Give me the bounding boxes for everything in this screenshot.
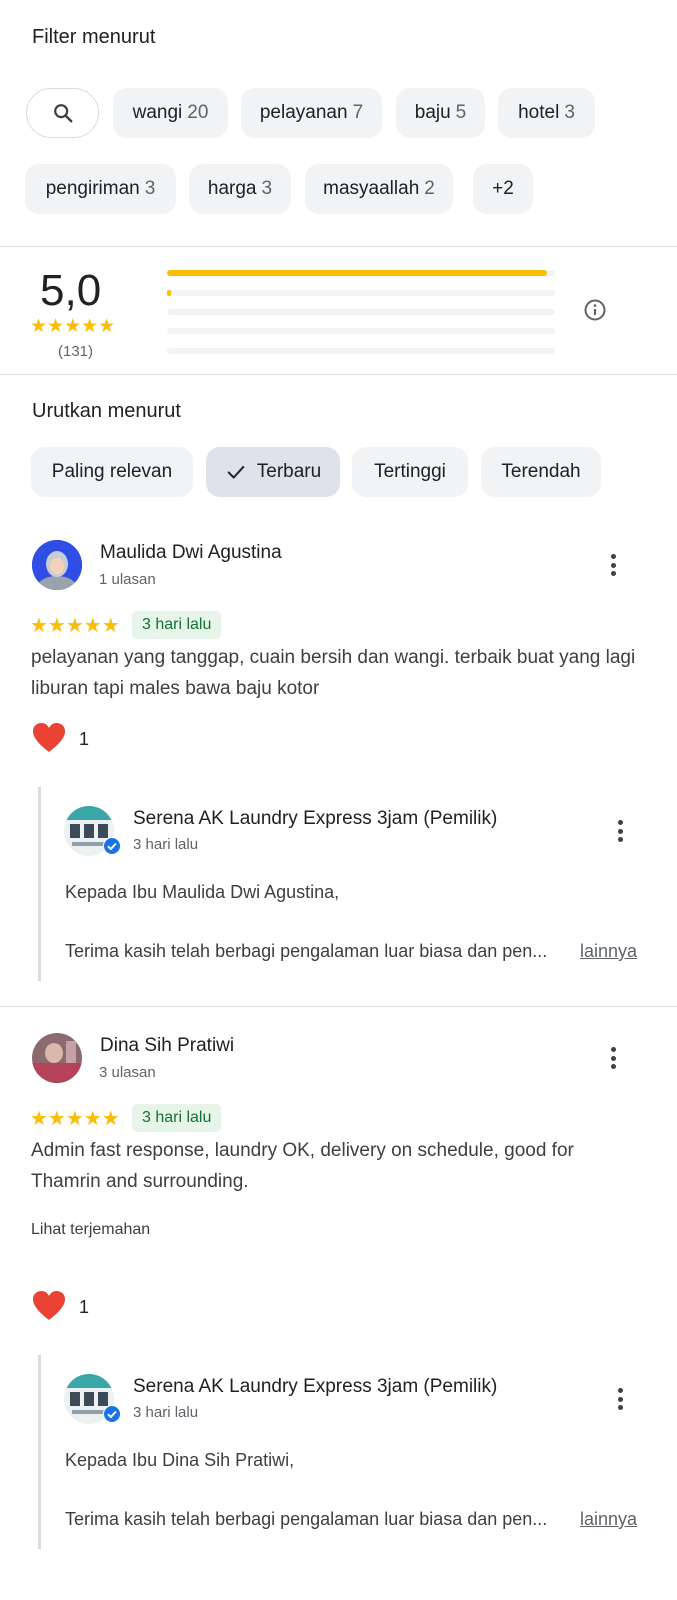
chip-label: harga xyxy=(207,178,257,199)
avatar[interactable] xyxy=(32,540,82,590)
reviewer-name[interactable]: Maulida Dwi Agustina xyxy=(100,542,282,564)
check-icon xyxy=(227,465,245,479)
review-total: (131) xyxy=(58,343,94,360)
search-chip[interactable] xyxy=(26,88,99,138)
reply-time: 3 hari lalu xyxy=(133,836,199,853)
read-more-link[interactable]: lainnya xyxy=(580,941,637,962)
info-icon[interactable] xyxy=(583,298,607,322)
average-rating: 5,0 xyxy=(40,266,102,315)
more-options-icon[interactable] xyxy=(601,1043,625,1073)
chip-label: +2 xyxy=(492,178,514,199)
chip-label: hotel xyxy=(518,102,560,123)
chip-label: pelayanan xyxy=(259,102,348,123)
rating-stars: ★★★★★ xyxy=(30,316,116,337)
review-time-badge: 3 hari lalu xyxy=(132,1104,222,1132)
reviewer-meta: 1 ulasan xyxy=(99,571,156,588)
rating-bar-1 xyxy=(167,348,555,354)
reply-text: Terima kasih telah berbagi pengalaman lu… xyxy=(65,941,548,961)
sort-title: Urutkan menurut xyxy=(32,400,181,422)
rating-bar-4 xyxy=(167,290,555,296)
reviewer-meta: 3 ulasan xyxy=(99,1064,156,1081)
like-count: 1 xyxy=(79,1297,90,1317)
reviewer-name[interactable]: Dina Sih Pratiwi xyxy=(100,1035,234,1057)
divider xyxy=(0,374,677,375)
chip-label: masyaallah xyxy=(323,178,420,199)
chip-count: 5 xyxy=(455,102,467,123)
filter-chip-baju[interactable]: baju 5 xyxy=(396,88,485,138)
person-photo xyxy=(32,1033,82,1083)
filter-chip-more[interactable]: +2 xyxy=(473,164,533,214)
sort-option-relevant[interactable]: Paling relevan xyxy=(31,447,193,497)
chip-count: 20 xyxy=(187,102,209,123)
bar-fill xyxy=(167,290,171,296)
divider xyxy=(0,246,677,247)
search-icon xyxy=(53,104,72,123)
sort-label: Paling relevan xyxy=(51,461,173,482)
filter-chip-pelayanan[interactable]: pelayanan 7 xyxy=(241,88,382,138)
reply-time: 3 hari lalu xyxy=(133,1404,199,1421)
read-more-link[interactable]: lainnya xyxy=(580,1509,637,1530)
chip-label: wangi xyxy=(132,102,183,123)
sort-option-highest[interactable]: Tertinggi xyxy=(352,447,468,497)
sort-option-lowest[interactable]: Terendah xyxy=(481,447,601,497)
chip-count: 3 xyxy=(261,178,273,199)
translate-link[interactable]: Lihat terjemahan xyxy=(31,1221,150,1239)
reply-text: Terima kasih telah berbagi pengalaman lu… xyxy=(65,1509,548,1529)
review-text: Admin fast response, laundry OK, deliver… xyxy=(31,1140,574,1192)
rating-bar-2 xyxy=(167,328,555,334)
reply-thread-line xyxy=(38,1355,41,1549)
rating-bar-3 xyxy=(167,309,555,315)
sort-option-newest[interactable]: Terbaru xyxy=(206,447,340,497)
verified-icon xyxy=(103,1405,121,1423)
like-count: 1 xyxy=(79,729,90,749)
review-stars: ★★★★★ xyxy=(30,615,120,637)
heart-icon[interactable] xyxy=(32,722,66,754)
review-stars: ★★★★★ xyxy=(30,1108,120,1130)
review-text: pelayanan yang tanggap, cuain bersih dan… xyxy=(31,647,636,699)
more-options-icon[interactable] xyxy=(601,550,625,580)
heart-icon[interactable] xyxy=(32,1290,66,1322)
bar-fill xyxy=(167,270,548,276)
filter-chip-hotel[interactable]: hotel 3 xyxy=(498,88,595,138)
verified-icon xyxy=(103,837,121,855)
filter-chip-masyaallah[interactable]: masyaallah 2 xyxy=(305,164,453,214)
chip-label: baju xyxy=(414,102,451,123)
chip-count: 7 xyxy=(352,102,364,123)
rating-bar-5 xyxy=(167,270,555,276)
more-options-icon[interactable] xyxy=(608,816,632,846)
chip-count: 3 xyxy=(144,178,156,199)
chip-count: 3 xyxy=(564,102,575,123)
chip-count: 2 xyxy=(424,178,435,199)
sort-label: Terbaru xyxy=(256,461,322,482)
reply-greeting: Kepada Ibu Dina Sih Pratiwi, xyxy=(65,1450,295,1470)
avatar[interactable] xyxy=(32,1033,82,1083)
reply-greeting: Kepada Ibu Maulida Dwi Agustina, xyxy=(65,882,340,902)
reply-thread-line xyxy=(38,787,41,981)
divider xyxy=(0,1006,677,1007)
filter-chip-harga[interactable]: harga 3 xyxy=(189,164,291,214)
sort-label: Terendah xyxy=(501,461,581,482)
more-options-icon[interactable] xyxy=(608,1384,632,1414)
filter-title: Filter menurut xyxy=(32,26,156,48)
filter-chip-pengiriman[interactable]: pengiriman 3 xyxy=(25,164,176,214)
owner-name: Serena AK Laundry Express 3jam (Pemilik) xyxy=(133,808,498,829)
review-time-badge: 3 hari lalu xyxy=(132,611,222,639)
sort-label: Tertinggi xyxy=(374,461,446,482)
chip-label: pengiriman xyxy=(45,178,140,199)
person-photo xyxy=(32,540,82,590)
owner-name: Serena AK Laundry Express 3jam (Pemilik) xyxy=(133,1376,498,1397)
filter-chip-wangi[interactable]: wangi 20 xyxy=(113,88,228,138)
